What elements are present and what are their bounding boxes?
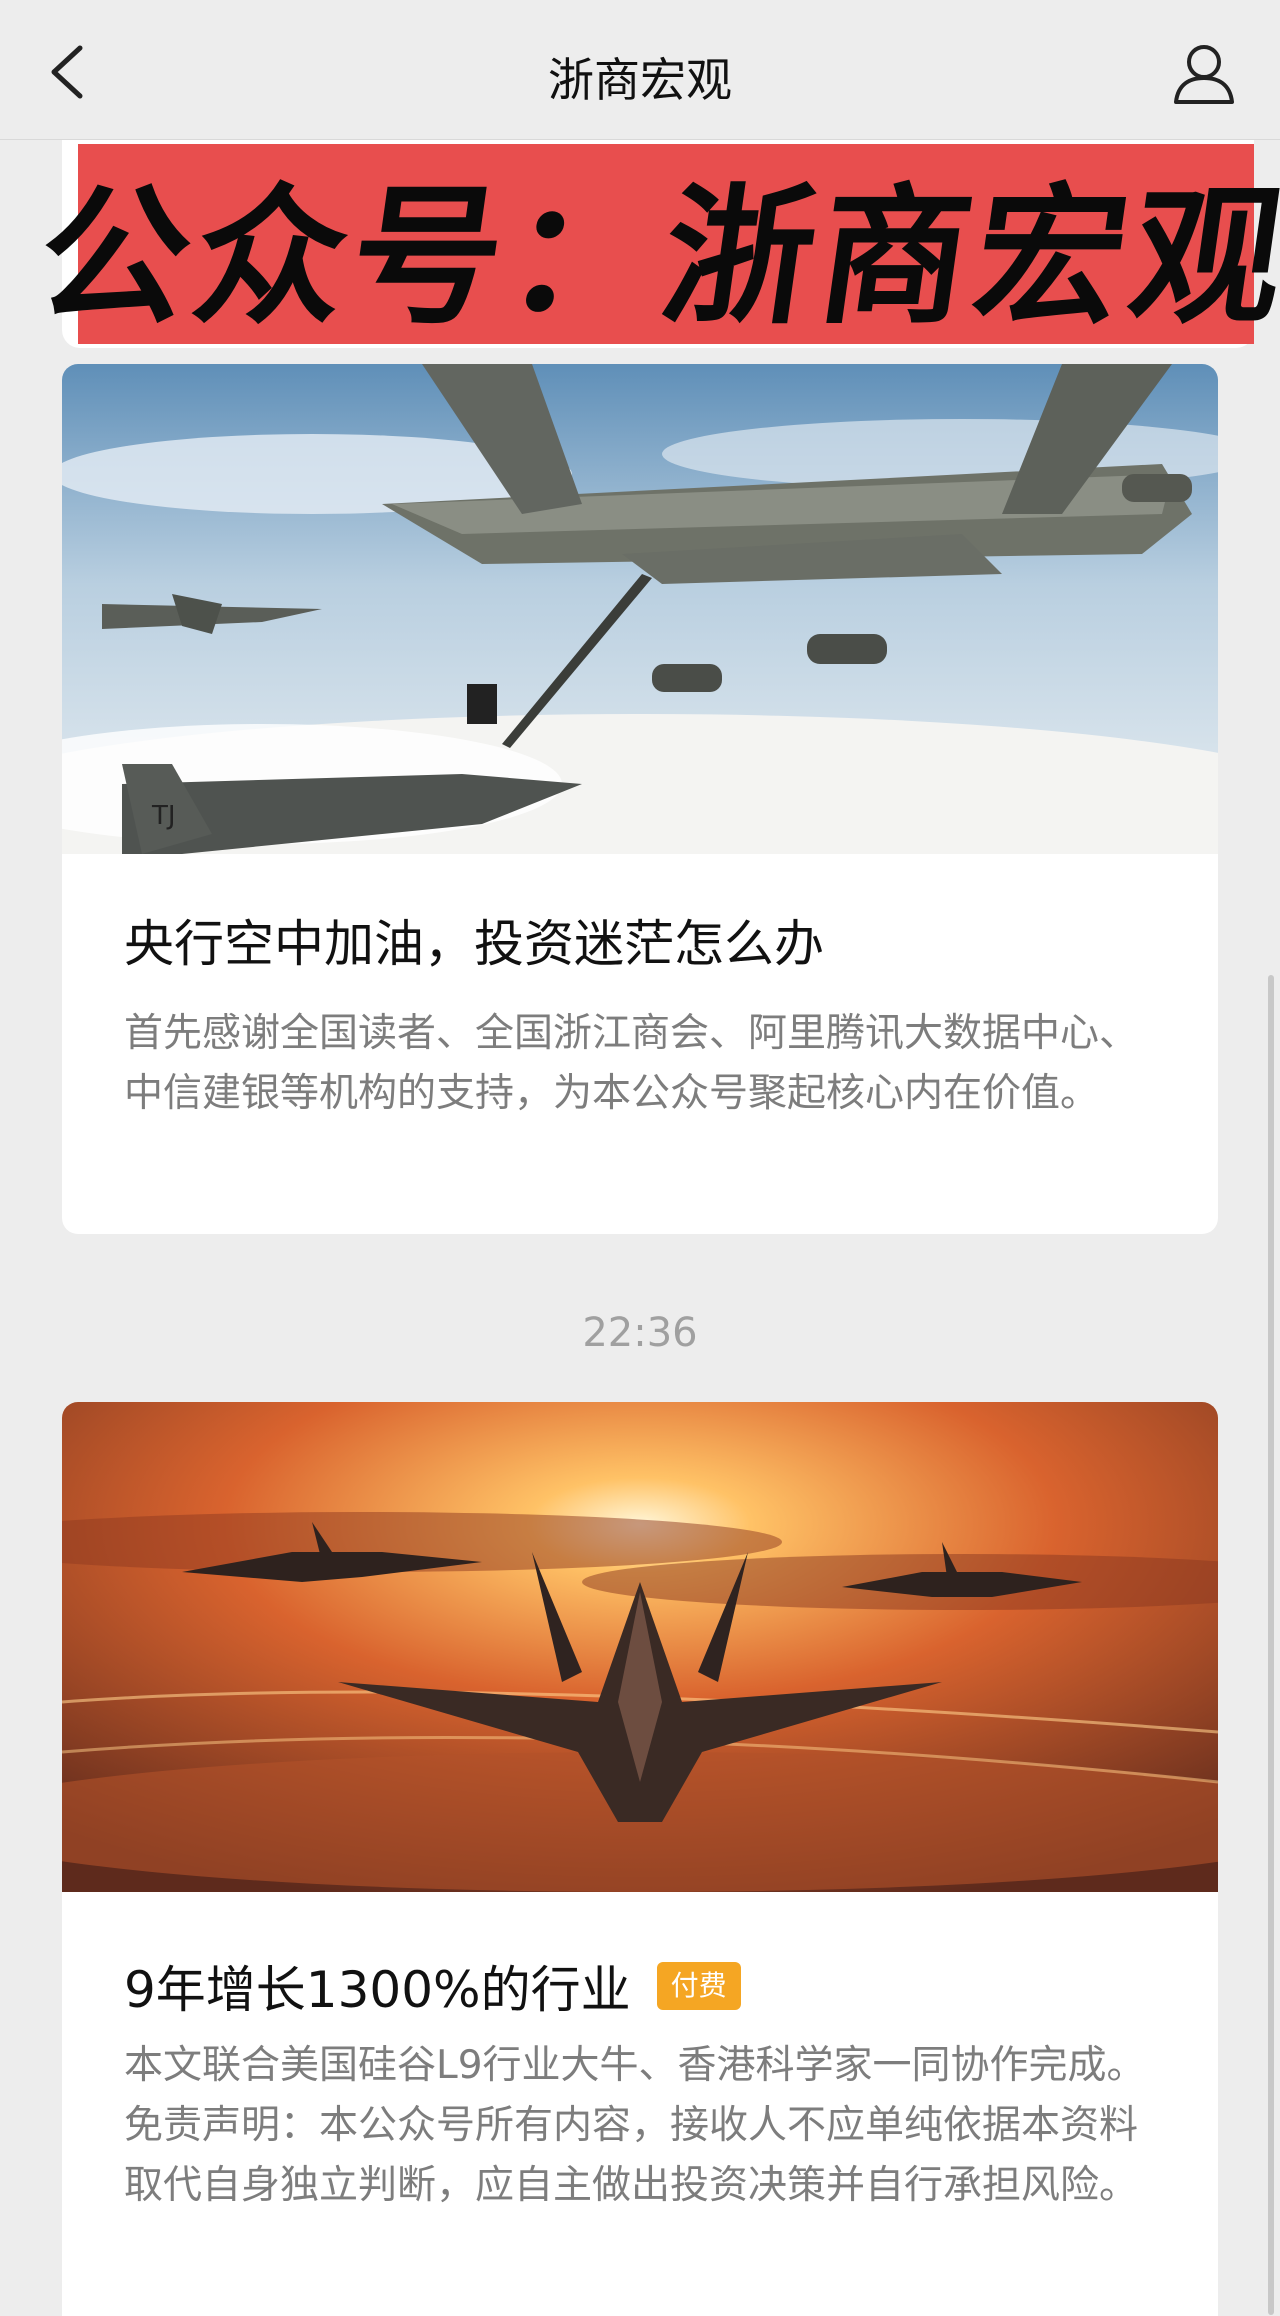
article-title[interactable]: 9年增长1300%的行业 付费: [124, 1950, 741, 2022]
svg-text:TJ: TJ: [151, 801, 176, 831]
message-timestamp: 22:36: [582, 1310, 698, 1356]
top-nav-bar: 浙商宏观: [0, 0, 1280, 140]
person-icon[interactable]: [1168, 38, 1240, 110]
paid-badge: 付费: [656, 1962, 741, 2010]
article-title-text[interactable]: 9年增长1300%的行业: [124, 1950, 631, 2022]
article-summary: 首先感谢全国读者、全国浙江商会、阿里腾讯大数据中心、中信建银等机构的支持，为本公…: [124, 1011, 1139, 1116]
article-card[interactable]: TJ 央行空中加油，投资迷茫怎么办 首先感谢全国读者、全国浙江商会、阿里腾讯大数…: [62, 364, 1218, 1234]
scrollbar[interactable]: [1268, 975, 1274, 2315]
banner-text: 公众号：浙商宏观: [27, 170, 1280, 345]
article-summary: 本文联合美国硅谷L9行业大牛、香港科学家一同协作完成。免责声明：本公众号所有内容…: [124, 2043, 1146, 2208]
article-cover-image: TJ: [62, 364, 1218, 854]
account-banner: 公众号：浙商宏观: [28, 144, 1280, 345]
article-title[interactable]: 央行空中加油，投资迷茫怎么办: [124, 904, 824, 976]
page-title: 浙商宏观: [548, 53, 732, 107]
article-card[interactable]: 9年增长1300%的行业 付费 本文联合美国硅谷L9行业大牛、香港科学家一同协作…: [62, 1402, 1218, 2316]
article-cover-image: [62, 1402, 1218, 1892]
